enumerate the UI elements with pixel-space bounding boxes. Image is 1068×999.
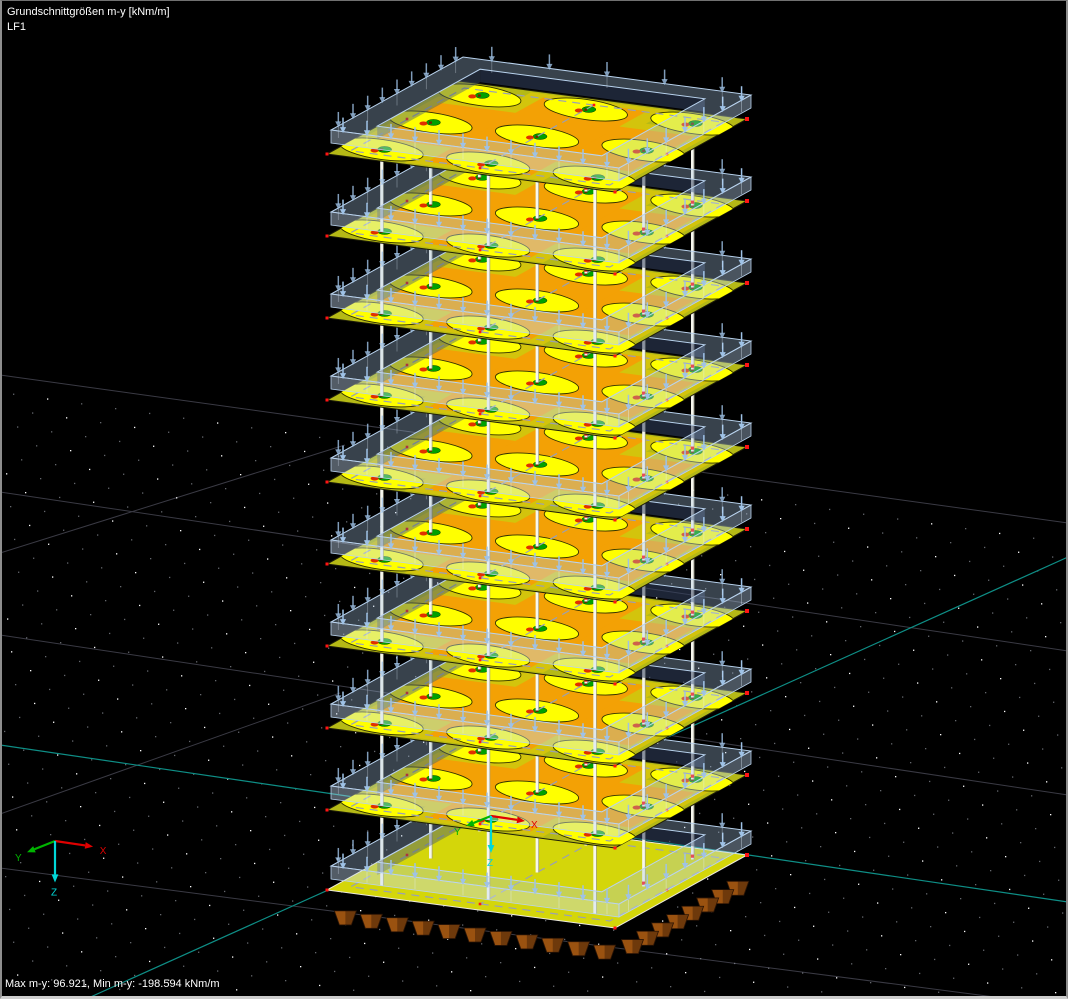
node	[613, 764, 617, 768]
node	[478, 494, 482, 498]
node	[325, 152, 329, 156]
y-axis-icon	[34, 839, 56, 851]
x-axis-icon	[54, 839, 86, 847]
axis-label-z: Z	[487, 858, 493, 869]
node	[478, 822, 482, 826]
node	[745, 363, 749, 367]
result-title-block: Grundschnittgrößen m-y [kNm/m] LF1	[7, 5, 170, 35]
node	[745, 853, 749, 857]
node	[325, 562, 329, 566]
node	[613, 272, 617, 276]
node	[745, 117, 749, 121]
node	[478, 412, 482, 416]
node	[613, 354, 617, 358]
result-title: Grundschnittgrößen m-y [kNm/m]	[7, 6, 170, 18]
node	[745, 773, 749, 777]
node	[745, 199, 749, 203]
building-model[interactable]	[325, 46, 753, 960]
node	[325, 726, 329, 730]
axis-label-x: X	[100, 846, 107, 857]
node	[478, 740, 482, 744]
node	[325, 234, 329, 238]
node	[325, 316, 329, 320]
axis-label-z: Z	[51, 887, 57, 898]
status-bar: Max m-y: 96.921, Min m-y: -198.594 kNm/m	[5, 978, 220, 990]
load-case-label: LF1	[7, 21, 26, 33]
navigation-triad: X Y Z	[15, 839, 107, 898]
axis-label-y: Y	[15, 853, 22, 864]
node	[745, 281, 749, 285]
node	[745, 691, 749, 695]
node	[745, 527, 749, 531]
node	[745, 445, 749, 449]
node	[745, 609, 749, 613]
node	[325, 888, 329, 892]
node	[325, 398, 329, 402]
application-window: X Y Z X Y Z Grundschnittgrößen m-y [kNm/m] LF…	[0, 0, 1068, 999]
node	[478, 166, 482, 170]
node	[613, 600, 617, 604]
node	[613, 518, 617, 522]
node	[613, 682, 617, 686]
node	[325, 644, 329, 648]
axis-label-x: X	[531, 820, 538, 831]
node	[478, 902, 482, 906]
node	[613, 190, 617, 194]
node	[478, 658, 482, 662]
node	[478, 330, 482, 334]
node	[478, 248, 482, 252]
axis-label-y: Y	[454, 827, 461, 838]
node	[325, 808, 329, 812]
node	[613, 926, 617, 930]
node	[325, 480, 329, 484]
node	[613, 846, 617, 850]
node	[478, 576, 482, 580]
node	[592, 103, 596, 107]
node	[613, 436, 617, 440]
viewport-3d[interactable]: X Y Z X Y Z	[0, 0, 1068, 999]
